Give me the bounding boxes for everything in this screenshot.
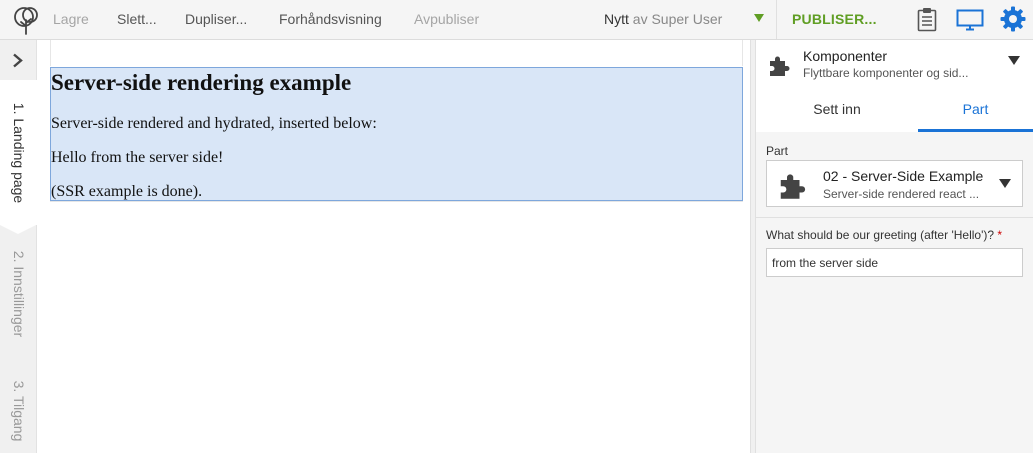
puzzle-icon xyxy=(780,174,806,199)
wizard-step-label: 3. Tilgang xyxy=(10,380,27,441)
unpublish-button[interactable]: Avpubliser xyxy=(414,0,479,39)
gear-icon[interactable] xyxy=(1000,6,1026,32)
tab-part[interactable]: Part xyxy=(918,90,1033,132)
toolbar: Lagre Slett... Dupliser... Forhåndsvisni… xyxy=(0,0,1033,40)
toolbar-divider xyxy=(776,0,777,39)
wizard-toggle-button[interactable] xyxy=(0,40,37,80)
region-outline xyxy=(50,40,743,66)
wizard-step-label: 2. Innstillinger xyxy=(10,250,27,338)
part-description: Server-side rendered react ... xyxy=(823,187,980,201)
part-field-label: Part xyxy=(766,144,789,158)
context-panel: Komponenter Flyttbare komponenter og sid… xyxy=(756,40,1033,453)
wizard-step-access[interactable]: 3. Tilgang xyxy=(0,368,37,453)
wizard-step-settings[interactable]: 2. Innstillinger xyxy=(0,234,37,354)
save-button[interactable]: Lagre xyxy=(53,0,89,39)
app-logo-icon[interactable] xyxy=(10,5,42,35)
clipboard-icon[interactable] xyxy=(917,7,937,32)
tab-insert[interactable]: Sett inn xyxy=(756,90,918,132)
required-marker: * xyxy=(997,228,1003,242)
part-name: 02 - Server-Side Example xyxy=(823,168,984,184)
panel-divider xyxy=(756,217,1033,218)
panel-header: Komponenter Flyttbare komponenter og sid… xyxy=(756,40,1033,90)
preview-button[interactable]: Forhåndsvisning xyxy=(279,0,382,39)
greeting-label-text: What should be our greeting (after 'Hell… xyxy=(766,228,995,242)
part-selector[interactable]: 02 - Server-Side Example Server-side ren… xyxy=(766,160,1023,207)
greeting-input[interactable] xyxy=(766,248,1023,277)
status-user: av Super User xyxy=(632,11,723,27)
delete-button[interactable]: Slett... xyxy=(117,0,157,39)
monitor-icon[interactable] xyxy=(956,9,984,31)
paragraph-intro: Server-side rendered and hydrated, inser… xyxy=(51,115,377,132)
selected-part[interactable]: Server-side rendering example Server-sid… xyxy=(50,67,743,201)
status-text: Nytt xyxy=(604,11,629,27)
paragraph-greeting: Hello from the server side! xyxy=(51,149,224,166)
panel-title: Komponenter xyxy=(803,48,888,64)
wizard-step-landing-page[interactable]: 1. Landing page xyxy=(0,80,37,234)
chevron-right-icon xyxy=(13,53,23,68)
paragraph-done: (SSR example is done). xyxy=(51,183,203,200)
panel-menu-caret-icon[interactable] xyxy=(1008,56,1020,65)
greeting-field-label: What should be our greeting (after 'Hell… xyxy=(766,228,1002,242)
region-divider xyxy=(50,201,743,202)
chevron-down-icon xyxy=(999,179,1011,188)
page-heading: Server-side rendering example xyxy=(51,70,352,95)
wizard-panel: 1. Landing page 2. Innstillinger 3. Tilg… xyxy=(0,40,37,453)
page-canvas: Server-side rendering example Server-sid… xyxy=(37,40,750,453)
panel-subtitle: Flyttbare komponenter og sid... xyxy=(803,66,969,80)
panel-tabs: Sett inn Part xyxy=(756,90,1033,132)
duplicate-button[interactable]: Dupliser... xyxy=(185,0,247,39)
status-menu-caret-icon[interactable] xyxy=(754,14,764,22)
wizard-step-label: 1. Landing page xyxy=(10,102,27,203)
publish-button[interactable]: PUBLISER... xyxy=(792,0,877,39)
puzzle-icon xyxy=(770,56,790,76)
content-status: Nytt av Super User xyxy=(604,0,722,39)
